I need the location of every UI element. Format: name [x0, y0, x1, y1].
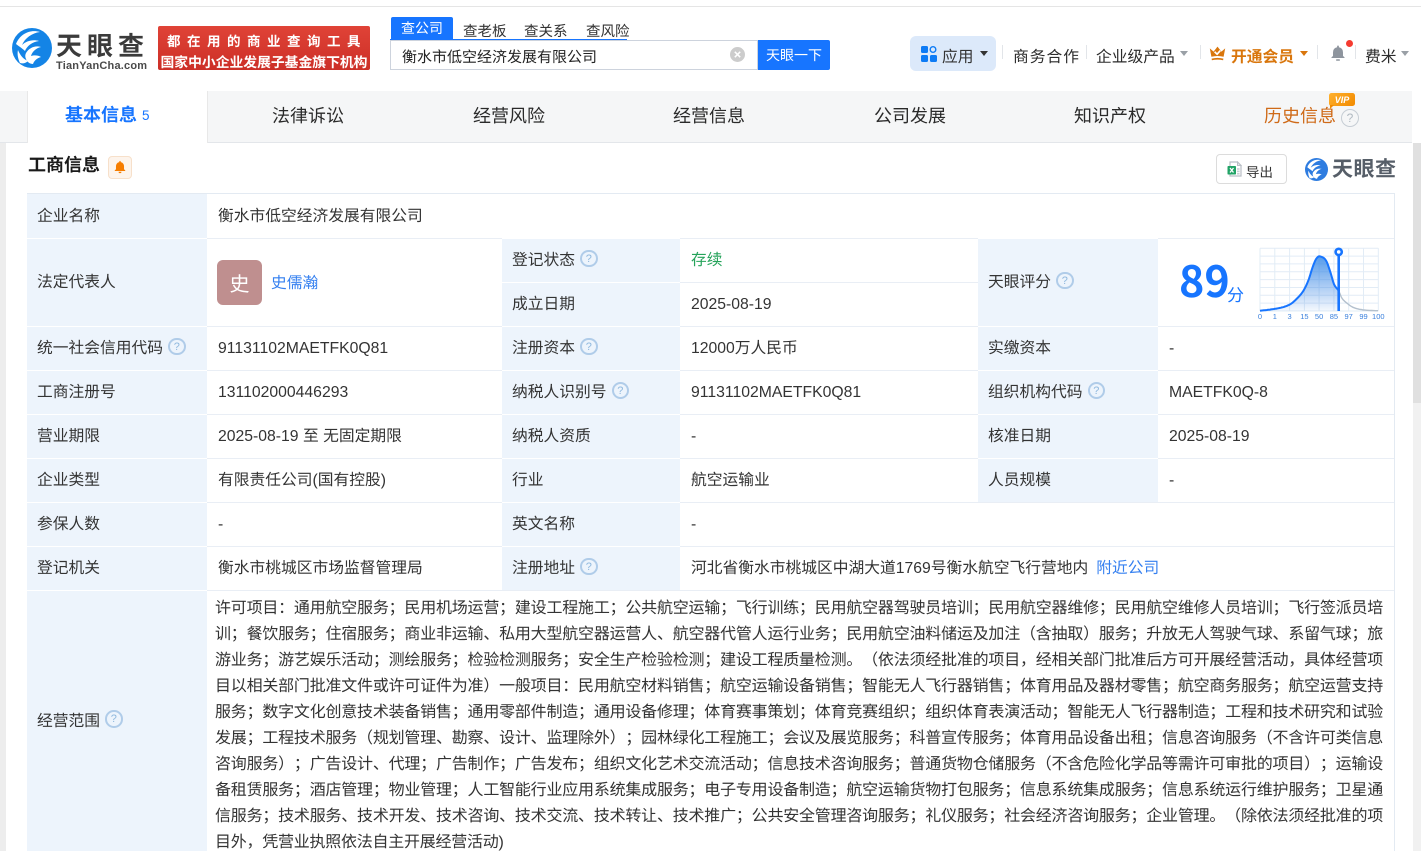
svg-text:85: 85 — [1330, 312, 1338, 321]
svg-text:3: 3 — [1288, 312, 1292, 321]
svg-text:1: 1 — [1273, 312, 1277, 321]
svg-text:97: 97 — [1345, 312, 1353, 321]
svg-text:99: 99 — [1359, 312, 1367, 321]
svg-text:15: 15 — [1300, 312, 1308, 321]
svg-text:100: 100 — [1372, 312, 1385, 321]
svg-text:50: 50 — [1315, 312, 1323, 321]
svg-text:0: 0 — [1258, 312, 1262, 321]
